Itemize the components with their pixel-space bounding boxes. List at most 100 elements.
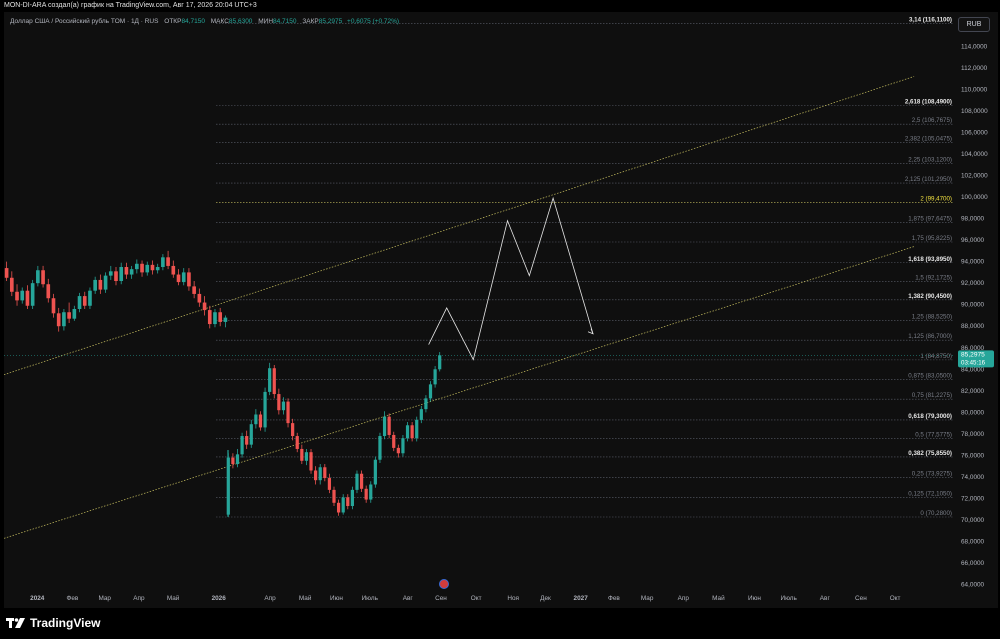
candle-body bbox=[150, 264, 155, 271]
candle-body bbox=[176, 274, 181, 283]
candle-body bbox=[171, 265, 176, 275]
y-tick-label: 72,0000 bbox=[961, 495, 985, 502]
candle-body bbox=[295, 436, 299, 449]
candle-body bbox=[223, 317, 228, 322]
symbol-legend: Доллар США / Российский рубль TOM · 1Д ·… bbox=[10, 18, 399, 25]
fib-level-label: 3,14 (116,1100) bbox=[909, 17, 952, 24]
candle-body bbox=[341, 497, 345, 513]
x-tick-label: 2026 bbox=[212, 595, 227, 602]
x-tick-label: Дек bbox=[540, 595, 551, 602]
candle-body bbox=[378, 436, 382, 460]
candle-body bbox=[82, 296, 87, 306]
candle-body bbox=[323, 467, 327, 479]
y-tick-label: 108,0000 bbox=[961, 108, 988, 115]
x-tick-label: Май bbox=[167, 594, 180, 602]
fib-level-label: 0,618 (79,3000) bbox=[908, 413, 952, 420]
y-tick-label: 114,0000 bbox=[961, 43, 988, 50]
candle-body bbox=[245, 436, 249, 445]
candle-body bbox=[129, 269, 134, 275]
x-tick-label: Фев bbox=[66, 595, 78, 602]
fib-level-label: 1,875 (97,6475) bbox=[908, 215, 952, 222]
candle-body bbox=[181, 272, 186, 283]
last-price-value: 85,2975 bbox=[961, 351, 985, 358]
fib-level-label: 0,5 (77,5775) bbox=[915, 431, 952, 438]
candle-body bbox=[428, 384, 433, 399]
candle-body bbox=[373, 459, 377, 485]
high-label: МАКС bbox=[210, 18, 229, 25]
open-value: 84,7150 bbox=[181, 18, 205, 25]
candle-body bbox=[286, 401, 290, 424]
candle-body bbox=[67, 312, 71, 319]
candle-body bbox=[9, 277, 14, 292]
fib-level-label: 2,618 (108,4900) bbox=[905, 99, 952, 106]
y-tick-label: 102,0000 bbox=[961, 172, 988, 179]
candle-body bbox=[291, 423, 295, 437]
x-tick-label: Июль bbox=[781, 595, 798, 602]
chart-area[interactable]: 3,14 (116,1100) 2,618 (108,4900) 2,5 (106,… bbox=[4, 12, 998, 608]
y-tick-label: 74,0000 bbox=[961, 474, 985, 481]
price-chart[interactable]: 3,14 (116,1100) 2,618 (108,4900) 2,5 (106,… bbox=[4, 12, 998, 608]
fib-level-label: 1,125 (86,7000) bbox=[908, 333, 952, 340]
footer-bar: TradingView bbox=[0, 610, 1000, 639]
candle-body bbox=[108, 271, 113, 276]
candle-body bbox=[433, 369, 437, 385]
candle-body bbox=[51, 298, 56, 314]
x-tick-label: Июн bbox=[330, 595, 343, 602]
fib-level-label: 0,25 (73,9275) bbox=[912, 471, 952, 478]
candle-body bbox=[119, 267, 124, 282]
plot-background bbox=[4, 12, 954, 590]
candle-body bbox=[327, 478, 332, 490]
y-tick-label: 68,0000 bbox=[961, 539, 985, 546]
low-label: МИН bbox=[258, 18, 274, 25]
y-tick-label: 106,0000 bbox=[961, 129, 988, 136]
y-tick-label: 78,0000 bbox=[961, 431, 985, 438]
candle-body bbox=[382, 416, 387, 437]
x-tick-label: Авг bbox=[820, 595, 831, 602]
candle-body bbox=[281, 401, 286, 411]
x-tick-label: 2027 bbox=[574, 595, 589, 602]
candle-body bbox=[419, 409, 423, 420]
candle-body bbox=[93, 279, 97, 291]
candle-body bbox=[410, 425, 414, 439]
fib-level-label: 0,875 (83,0500) bbox=[908, 373, 952, 380]
x-tick-label: Июль bbox=[362, 595, 379, 602]
candle-body bbox=[77, 296, 82, 309]
tradingview-icon bbox=[6, 618, 25, 628]
candle-body bbox=[88, 290, 92, 306]
x-tick-label: Окт bbox=[890, 595, 901, 602]
y-tick-label: 100,0000 bbox=[961, 194, 988, 201]
fib-level-label: 1,618 (93,8950) bbox=[908, 256, 952, 263]
candle-body bbox=[192, 286, 196, 294]
y-tick-label: 110,0000 bbox=[961, 86, 988, 93]
close-label: ЗАКР bbox=[302, 18, 319, 25]
candle-body bbox=[235, 454, 240, 465]
candle-body bbox=[314, 470, 318, 481]
y-tick-label: 82,0000 bbox=[961, 388, 985, 395]
candle-body bbox=[197, 293, 202, 303]
y-tick-label: 70,0000 bbox=[961, 517, 985, 524]
candle-body bbox=[30, 283, 35, 306]
candle-body bbox=[355, 473, 359, 490]
low-value: 84,7150 bbox=[273, 18, 297, 25]
tradingview-logo[interactable]: TradingView bbox=[6, 616, 100, 630]
fib-level-label: 1,5 (92,1725) bbox=[915, 274, 952, 281]
x-tick-label: Апр bbox=[133, 595, 145, 602]
candle-body bbox=[213, 312, 217, 325]
y-tick-label: 66,0000 bbox=[961, 560, 985, 567]
fib-level-label: 2,5 (106,7675) bbox=[912, 117, 952, 124]
candle-body bbox=[304, 452, 309, 461]
currency-button[interactable]: RUB bbox=[958, 17, 990, 32]
x-tick-label: Апр bbox=[264, 595, 276, 602]
fib-level-label: 2,125 (101,2950) bbox=[905, 176, 952, 183]
candle-body bbox=[387, 416, 391, 435]
candle-body bbox=[401, 438, 405, 454]
fib-level-label: 0 (70,2800) bbox=[920, 510, 952, 517]
candle-body bbox=[396, 447, 400, 454]
candle-body bbox=[103, 275, 108, 290]
x-tick-label: 2024 bbox=[30, 595, 45, 602]
x-tick-label: Июн bbox=[748, 595, 761, 602]
y-tick-label: 90,0000 bbox=[961, 302, 985, 309]
candle-body bbox=[268, 368, 272, 392]
x-tick-label: Мар bbox=[641, 595, 654, 602]
candle-body bbox=[98, 279, 103, 290]
